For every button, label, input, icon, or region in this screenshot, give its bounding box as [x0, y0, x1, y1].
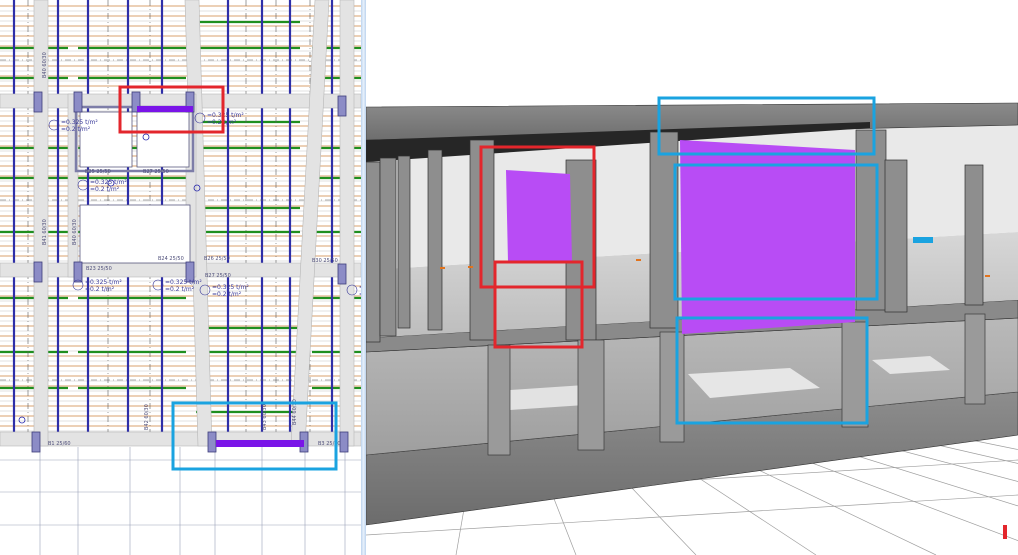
load-tag-line1: =0.325 t/m² [207, 112, 244, 119]
column-3d [427, 149, 443, 331]
lower-grid [0, 447, 361, 555]
column-3d [884, 159, 908, 313]
plan-wall-bottom[interactable] [216, 440, 304, 447]
3d-wall-right[interactable] [680, 140, 855, 334]
column-3d [964, 164, 984, 306]
column-3d [577, 339, 605, 451]
beam-label: B27 25/50 [205, 273, 231, 279]
column [337, 95, 347, 117]
column-label: B40 60/30 [42, 52, 48, 78]
grid-line [860, 439, 1018, 482]
column [33, 261, 43, 283]
column-3d [841, 321, 869, 428]
column-label: B41 60/30 [42, 219, 48, 245]
grid-line [915, 439, 1018, 464]
3d-wall-left[interactable] [506, 170, 572, 262]
load-tag-line1: =0.325 t/m² [212, 284, 249, 291]
load-tag-circle [77, 179, 89, 191]
3d-view-pane[interactable] [366, 0, 1018, 555]
load-tag-line2: =0.2 t/m² [85, 286, 115, 293]
column-3d [397, 155, 411, 329]
column [31, 431, 41, 453]
column-3d [855, 129, 887, 311]
load-tag-line1: =0.325 t/m² [61, 119, 98, 126]
column [73, 261, 83, 283]
column-3d [659, 331, 685, 443]
beam-label: B24 25/50 [158, 256, 184, 262]
column-label: B42 60/30 [144, 404, 150, 430]
load-tag-line2: =0.2 t/m² [212, 291, 242, 298]
3d-viewport-canvas[interactable] [366, 0, 1018, 555]
plan-wall-top[interactable] [137, 106, 193, 112]
column [337, 263, 347, 285]
load-tag-line2: =0.2 t/m² [61, 126, 91, 133]
column-3d [964, 313, 986, 405]
beam-label: B30 25/50 [312, 258, 338, 264]
column-3d [487, 344, 511, 456]
column-3d [366, 161, 381, 343]
column-label: B40 60/30 [72, 219, 78, 245]
floor-plan-canvas[interactable]: =0.325 t/m²=0.2 t/m²=0.325 t/m²=0.2 t/m²… [0, 0, 361, 555]
load-tag-line2: =0.2 t/m² [90, 186, 120, 193]
load-tag-line1: =0.325 t/m² [85, 279, 122, 286]
load-tag-line1: =0.325 t/m² [90, 179, 127, 186]
column [33, 91, 43, 113]
load-tag-line2: =0.2 t/m² [165, 286, 195, 293]
load-tag-line1: =0.325 t/m² [165, 279, 202, 286]
column [73, 91, 83, 113]
column-label: B43 60/30 [262, 404, 268, 430]
column-3d [379, 157, 397, 337]
beam-label: B27 25/50 [143, 169, 169, 175]
plan-view-pane[interactable]: =0.325 t/m² =0.2 t/m² =0.325 t/m² =0.2 t/m²… [0, 0, 361, 555]
beam-label: B25 25/50 [85, 169, 111, 175]
column [207, 431, 217, 453]
beam-label: B26 25/50 [204, 256, 230, 262]
column [339, 431, 349, 453]
beam-label: B1 25/60 [48, 441, 71, 447]
beam-label: B23 25/50 [86, 266, 112, 272]
